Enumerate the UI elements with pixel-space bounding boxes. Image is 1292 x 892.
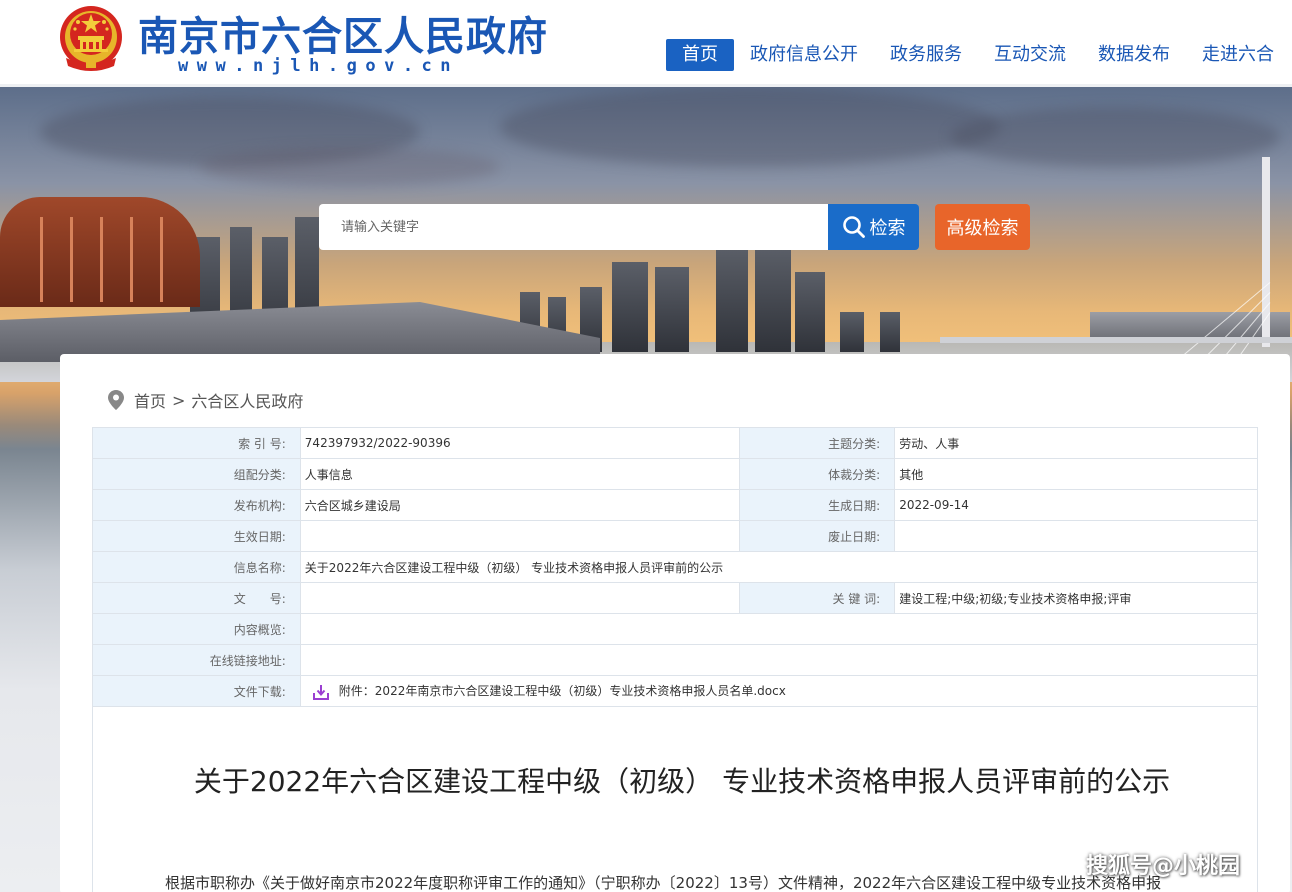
- building-shape: [795, 272, 825, 352]
- site-title[interactable]: 南京市六合区人民政府: [138, 4, 548, 62]
- building-shape: [755, 247, 791, 352]
- genre-label: 体裁分类:: [739, 458, 896, 490]
- nav-data-release[interactable]: 数据发布: [1084, 39, 1184, 71]
- source-watermark: 搜狐号@小桃园: [1086, 854, 1241, 879]
- theater-rib: [160, 217, 163, 302]
- breadcrumb-home[interactable]: 首页: [134, 388, 166, 412]
- table-row: 在线链接地址:: [92, 644, 1259, 676]
- doc-number-value: [299, 582, 741, 614]
- topic-label: 主题分类:: [739, 427, 896, 459]
- building-shape: [655, 267, 689, 352]
- search-box: [319, 204, 829, 250]
- site-header: 南京市六合区人民政府 www.njlh.gov.cn 首页 政府信息公开 政务服…: [0, 0, 1292, 84]
- attachment-link[interactable]: 附件：2022年南京市六合区建设工程中级（初级）专业技术资格申报人员名单.doc…: [339, 684, 786, 698]
- article-body-paragraph: 根据市职称办《关于做好南京市2022年度职称评审工作的通知》（宁职称办〔2022…: [165, 874, 1162, 892]
- file-download-label: 文件下载:: [92, 675, 301, 707]
- expire-date-label: 废止日期:: [739, 520, 896, 552]
- download-icon[interactable]: [312, 684, 329, 700]
- table-row: 索 引 号: 742397932/2022-90396 主题分类: 劳动、人事: [92, 427, 1258, 459]
- national-emblem-icon: [60, 6, 122, 71]
- online-link-label: 在线链接地址:: [92, 644, 301, 676]
- table-row: 内容概览:: [92, 613, 1259, 645]
- table-row: 文 号: 关 键 词: 建设工程;中级;初级;专业技术资格申报;评审: [92, 582, 1258, 614]
- breadcrumb-separator: >: [172, 390, 186, 410]
- summary-label: 内容概览:: [92, 613, 301, 645]
- table-row: 信息名称: 关于2022年六合区建设工程中级（初级） 专业技术资格申报人员评审前…: [92, 551, 1259, 583]
- theater-rib: [130, 217, 133, 302]
- building-shape: [880, 312, 900, 352]
- category-label: 组配分类:: [92, 458, 301, 490]
- cloud-shape: [500, 87, 1000, 167]
- effective-date-value: [299, 520, 741, 552]
- cloud-shape: [200, 147, 500, 187]
- keywords-label: 关 键 词:: [739, 582, 896, 614]
- building-shape: [612, 262, 648, 352]
- topic-value: 劳动、人事: [894, 427, 1258, 459]
- nav-gov-services[interactable]: 政务服务: [876, 39, 976, 71]
- nav-interaction[interactable]: 互动交流: [980, 39, 1080, 71]
- building-shape: [716, 247, 748, 352]
- created-date-value: 2022-09-14: [894, 489, 1258, 521]
- category-value: 人事信息: [299, 458, 741, 490]
- advanced-search-button[interactable]: 高级检索: [935, 204, 1030, 250]
- info-table: 索 引 号: 742397932/2022-90396 主题分类: 劳动、人事 …: [92, 427, 1259, 707]
- theater-rib: [100, 217, 103, 302]
- main-nav: 首页 政府信息公开 政务服务 互动交流 数据发布 走进六合: [666, 39, 1292, 71]
- table-row: 组配分类: 人事信息 体裁分类: 其他: [92, 458, 1258, 490]
- file-download-cell: 附件：2022年南京市六合区建设工程中级（初级）专业技术资格申报人员名单.doc…: [299, 675, 1259, 707]
- table-row: 文件下载: 附件：2022年南京市六合区建设工程中级（初级）专业技术资格申报人员…: [92, 675, 1259, 707]
- summary-value: [299, 613, 1259, 645]
- search-button-label: 检索: [869, 218, 906, 239]
- index-value: 742397932/2022-90396: [299, 427, 741, 459]
- search-button[interactable]: 检索: [828, 204, 919, 250]
- publisher-label: 发布机构:: [92, 489, 301, 521]
- search-input[interactable]: [319, 204, 829, 250]
- info-name-label: 信息名称:: [92, 551, 301, 583]
- site-url: www.njlh.gov.cn: [178, 56, 460, 76]
- bridge-deck: [940, 337, 1292, 343]
- search-icon: [842, 216, 865, 238]
- building-shape: [840, 312, 864, 352]
- article-title: 关于2022年六合区建设工程中级（初级） 专业技术资格申报人员评审前的公示: [193, 765, 1171, 798]
- keywords-value: 建设工程;中级;初级;专业技术资格申报;评审: [894, 582, 1258, 614]
- doc-number-label: 文 号:: [92, 582, 301, 614]
- breadcrumb: 首页 > 六合区人民政府: [108, 388, 303, 412]
- nav-about-luhe[interactable]: 走进六合: [1188, 39, 1288, 71]
- plaza-steps: [0, 302, 600, 362]
- location-pin-icon: [108, 390, 124, 410]
- genre-value: 其他: [894, 458, 1258, 490]
- table-row: 生效日期: 废止日期:: [92, 520, 1258, 552]
- index-label: 索 引 号:: [92, 427, 301, 459]
- breadcrumb-current[interactable]: 六合区人民政府: [191, 388, 303, 412]
- table-row: 发布机构: 六合区城乡建设局 生成日期: 2022-09-14: [92, 489, 1258, 521]
- publisher-value: 六合区城乡建设局: [299, 489, 741, 521]
- info-name-value: 关于2022年六合区建设工程中级（初级） 专业技术资格申报人员评审前的公示: [299, 551, 1259, 583]
- nav-gov-info[interactable]: 政府信息公开: [736, 39, 872, 71]
- expire-date-value: [894, 520, 1258, 552]
- effective-date-label: 生效日期:: [92, 520, 301, 552]
- cloud-shape: [950, 107, 1280, 167]
- created-date-label: 生成日期:: [739, 489, 896, 521]
- theater-rib: [70, 217, 73, 302]
- theater-rib: [40, 217, 43, 302]
- nav-home[interactable]: 首页: [666, 39, 734, 71]
- online-link-value: [299, 644, 1259, 676]
